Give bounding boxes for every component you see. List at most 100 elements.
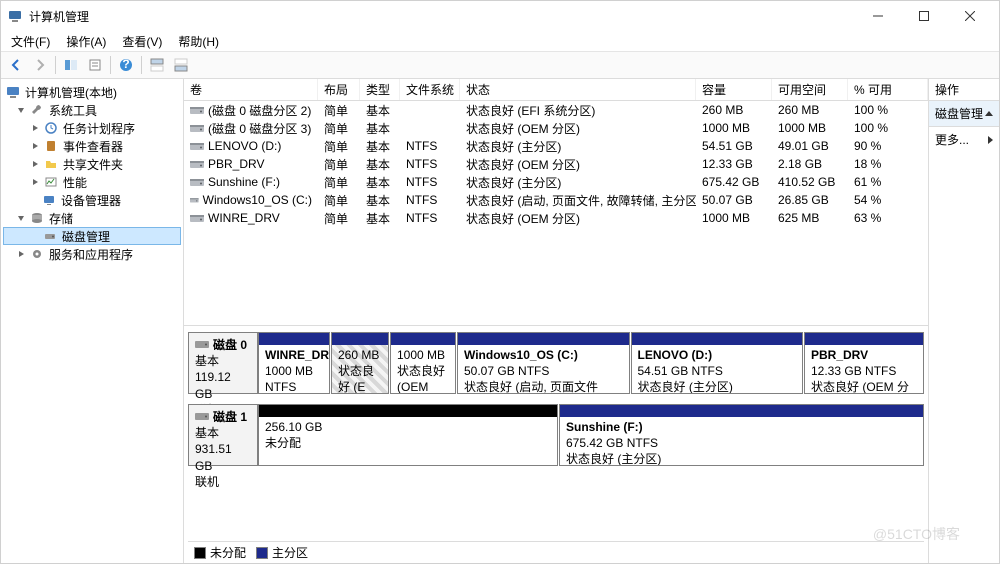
storage-icon [29,210,45,226]
volume-cell: 基本 [360,156,400,173]
disk-1-partitions: 256.10 GB 未分配 Sunshine (F:) 675.42 GB NT… [258,404,924,466]
back-button[interactable] [5,54,27,76]
volume-list[interactable]: (磁盘 0 磁盘分区 2)简单基本状态良好 (EFI 系统分区)260 MB26… [184,101,928,325]
titlebar: 计算机管理 [1,1,999,31]
volume-cell: 90 % [848,139,908,153]
tree-services-apps[interactable]: 服务和应用程序 [3,245,181,263]
col-filesystem[interactable]: 文件系统 [400,79,460,100]
properties-button[interactable] [84,54,106,76]
show-hide-console-tree-button[interactable] [60,54,82,76]
computer-icon [5,84,21,100]
volume-cell: Windows10_OS (C:) [184,193,318,207]
performance-icon [43,174,59,190]
tree-disk-management[interactable]: 磁盘管理 [3,227,181,245]
view-bottom-button[interactable] [170,54,192,76]
legend-swatch-unallocated [194,547,206,559]
menu-help[interactable]: 帮助(H) [172,32,225,51]
volume-cell: 2.18 GB [772,157,848,171]
partition-unallocated[interactable]: 256.10 GB 未分配 [258,404,558,466]
volume-cell: 简单 [318,120,360,137]
volume-cell: 260 MB [696,103,772,117]
caret-closed-icon [29,140,41,152]
console-tree[interactable]: 计算机管理(本地) 系统工具 任务计划程序 事件查看器 共享文件夹 性能 [1,79,184,563]
actions-more[interactable]: 更多... [929,127,999,152]
close-button[interactable] [947,1,993,31]
col-percentfree[interactable]: % 可用 [848,79,928,100]
actions-pane: 操作 磁盘管理 更多... [929,79,999,563]
tree-system-tools[interactable]: 系统工具 [3,101,181,119]
partition-type-bar [259,333,329,345]
col-volume[interactable]: 卷 [184,79,318,100]
main-area: 计算机管理(本地) 系统工具 任务计划程序 事件查看器 共享文件夹 性能 [1,79,999,563]
forward-button[interactable] [29,54,51,76]
window-title: 计算机管理 [29,8,855,25]
volume-cell: 18 % [848,157,908,171]
menu-view[interactable]: 查看(V) [116,32,168,51]
caret-closed-icon [29,122,41,134]
volume-row[interactable]: Sunshine (F:)简单基本NTFS状态良好 (主分区)675.42 GB… [184,173,928,191]
disk-icon [42,228,58,244]
caret-closed-icon [29,158,41,170]
volume-cell: NTFS [400,139,460,153]
volume-row[interactable]: LENOVO (D:)简单基本NTFS状态良好 (主分区)54.51 GB49.… [184,137,928,155]
legend-unallocated: 未分配 [194,544,246,561]
partition-type-bar [391,333,455,345]
volume-cell: 1000 MB [696,121,772,135]
device-icon [41,192,57,208]
col-status[interactable]: 状态 [460,79,696,100]
volume-row[interactable]: Windows10_OS (C:)简单基本NTFS状态良好 (启动, 页面文件,… [184,191,928,209]
maximize-button[interactable] [901,1,947,31]
tree-storage[interactable]: 存储 [3,209,181,227]
tree-performance[interactable]: 性能 [3,173,181,191]
col-type[interactable]: 类型 [360,79,400,100]
partition-pbr-drv[interactable]: PBR_DRV 12.33 GB NTFS 状态良好 (OEM 分区) [804,332,924,394]
partition-oem[interactable]: 1000 MB 状态良好 (OEM [390,332,456,394]
partition-windows10-os[interactable]: Windows10_OS (C:) 50.07 GB NTFS 状态良好 (启动… [457,332,630,394]
disk-row-1: 磁盘 1 基本 931.51 GB 联机 256.10 GB 未分配 Sunsh… [188,404,924,466]
tree-root[interactable]: 计算机管理(本地) [3,83,181,101]
minimize-button[interactable] [855,1,901,31]
volume-cell: 状态良好 (EFI 系统分区) [460,102,696,119]
volume-row[interactable]: (磁盘 0 磁盘分区 2)简单基本状态良好 (EFI 系统分区)260 MB26… [184,101,928,119]
volume-row[interactable]: PBR_DRV简单基本NTFS状态良好 (OEM 分区)12.33 GB2.18… [184,155,928,173]
view-top-button[interactable] [146,54,168,76]
col-capacity[interactable]: 容量 [696,79,772,100]
volume-cell: LENOVO (D:) [184,139,318,153]
volume-row[interactable]: WINRE_DRV简单基本NTFS状态良好 (OEM 分区)1000 MB625… [184,209,928,227]
menu-action[interactable]: 操作(A) [60,32,112,51]
partition-sunshine[interactable]: Sunshine (F:) 675.42 GB NTFS 状态良好 (主分区) [559,404,924,466]
tree-task-scheduler[interactable]: 任务计划程序 [3,119,181,137]
volume-cell: 基本 [360,102,400,119]
actions-header: 操作 [929,79,999,101]
partition-type-bar [332,333,388,345]
volume-cell: 状态良好 (OEM 分区) [460,120,696,137]
volume-cell: 状态良好 (OEM 分区) [460,156,696,173]
caret-open-icon [15,104,27,116]
col-layout[interactable]: 布局 [318,79,360,100]
volume-cell: 基本 [360,210,400,227]
volume-cell: 状态良好 (启动, 页面文件, 故障转储, 主分区) [460,192,696,209]
volume-cell: 状态良好 (OEM 分区) [460,210,696,227]
volume-list-header: 卷 布局 类型 文件系统 状态 容量 可用空间 % 可用 [184,79,928,101]
disk-0-header[interactable]: 磁盘 0 基本 119.12 GB 联机 [188,332,258,394]
help-button[interactable]: ? [115,54,137,76]
volume-cell: 61 % [848,175,908,189]
tree-shared-folders[interactable]: 共享文件夹 [3,155,181,173]
tree-event-viewer[interactable]: 事件查看器 [3,137,181,155]
tree-device-manager[interactable]: 设备管理器 [3,191,181,209]
menu-file[interactable]: 文件(F) [5,32,56,51]
partition-efi[interactable]: 260 MB 状态良好 (E [331,332,389,394]
volume-cell: 675.42 GB [696,175,772,189]
center-pane: 卷 布局 类型 文件系统 状态 容量 可用空间 % 可用 (磁盘 0 磁盘分区 … [184,79,929,563]
caret-closed-icon [15,248,27,260]
partition-lenovo[interactable]: LENOVO (D:) 54.51 GB NTFS 状态良好 (主分区) [631,332,804,394]
disk-1-header[interactable]: 磁盘 1 基本 931.51 GB 联机 [188,404,258,466]
volume-cell: 50.07 GB [696,193,772,207]
book-icon [43,138,59,154]
app-icon [7,8,23,24]
col-freespace[interactable]: 可用空间 [772,79,848,100]
volume-cell: NTFS [400,193,460,207]
partition-winre-drv[interactable]: WINRE_DRV 1000 MB NTFS 状态良好 (OEM [258,332,330,394]
volume-row[interactable]: (磁盘 0 磁盘分区 3)简单基本状态良好 (OEM 分区)1000 MB100… [184,119,928,137]
actions-group-disk-management[interactable]: 磁盘管理 [929,101,999,127]
